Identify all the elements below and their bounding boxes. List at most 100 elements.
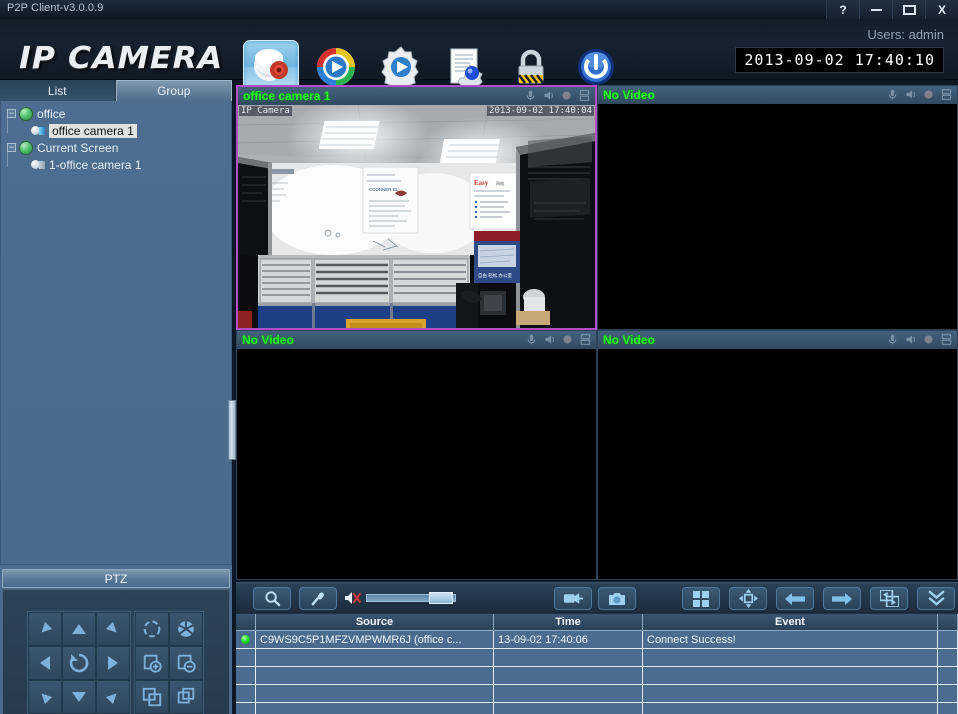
focus-far-button[interactable] [169,646,203,680]
ptz-right[interactable] [96,646,130,680]
microphone-icon[interactable] [886,333,899,346]
talk-microphone-button[interactable] [299,587,337,610]
video-panel-1[interactable]: office camera 1 IP Camera 2013-09-02 17:… [236,85,597,330]
column-header-time[interactable]: Time [494,614,643,631]
ptz-up-right[interactable] [96,612,130,646]
table-row[interactable] [236,667,958,685]
video-panel-title: No Video [603,88,655,102]
snapshot-button[interactable] [598,587,636,610]
ptz-section-header[interactable]: PTZ [2,569,230,588]
record-icon[interactable] [922,88,935,101]
video-stream[interactable] [237,349,596,579]
speaker-icon[interactable] [543,333,556,346]
multi-screen-layout-button[interactable] [682,587,720,610]
ptz-down-right[interactable] [96,680,130,714]
microphone-icon[interactable] [524,89,537,102]
layout-icon[interactable] [940,333,953,346]
help-button[interactable]: ? [826,0,859,19]
tab-list[interactable]: List [0,80,116,101]
video-stream[interactable]: IP Camera 2013-09-02 17:40:04 CCDNNER BL… [238,105,595,328]
video-panel-4[interactable]: No Video [597,330,958,580]
row-status-cell [236,631,256,648]
start-record-button[interactable] [554,587,592,610]
title-bar: P2P Client-v3.0.0.9 ? X [0,0,958,19]
ptz-panel [2,589,230,714]
bottom-toolbar [236,582,958,613]
sidebar-splitter[interactable] [228,400,236,460]
ptz-up[interactable] [62,612,96,646]
header-bar: IP CAMERA Users: admin 2013-09-02 17:40:… [0,19,958,94]
clock-display: 2013-09-02 17:40:10 [735,47,944,73]
next-page-button[interactable] [823,587,861,610]
layout-icon[interactable] [578,89,591,102]
record-icon[interactable] [560,89,573,102]
layout-icon[interactable] [579,333,592,346]
maximize-button[interactable] [892,0,925,19]
full-screen-button[interactable] [729,587,767,610]
maximize-icon [902,4,916,15]
volume-handle[interactable] [429,592,453,604]
tree-node-label: Current Screen [37,140,119,155]
user-label: Users: admin [867,27,944,42]
layout-icon[interactable] [940,88,953,101]
tree-node-current-screen[interactable]: − Current Screen [5,139,231,156]
speaker-icon[interactable] [542,89,555,102]
table-row[interactable]: C9WS9C5P1MFZVMPWMR6J (office c... 13-09-… [236,631,958,649]
table-row[interactable] [236,649,958,667]
zoom-in-button[interactable] [135,680,169,714]
digital-zoom-button[interactable] [253,587,291,610]
table-row[interactable] [236,685,958,703]
column-header-event[interactable]: Event [643,614,938,631]
camera-icon [29,158,45,171]
close-button[interactable]: X [925,0,958,19]
tree-node-office-camera-1[interactable]: office camera 1 [5,122,231,139]
iris-open-button[interactable] [135,612,169,646]
focus-near-button[interactable] [135,646,169,680]
record-icon[interactable] [922,333,935,346]
globe-icon [19,140,33,155]
tree-node-label: office camera 1 [49,123,137,138]
tab-group[interactable]: Group [115,80,232,101]
column-header-extra[interactable] [938,614,958,631]
minimize-button[interactable] [859,0,892,19]
ptz-left[interactable] [28,646,62,680]
ptz-down[interactable] [62,680,96,714]
row-source-cell: C9WS9C5P1MFZVMPWMR6J (office c... [256,631,494,648]
video-stream[interactable] [598,104,957,329]
speaker-icon[interactable] [904,333,917,346]
auto-cycle-button[interactable] [870,587,908,610]
ptz-auto-scan[interactable] [62,646,96,680]
video-panel-3[interactable]: No Video [236,330,597,580]
speaker-icon[interactable] [904,88,917,101]
zoom-out-button[interactable] [169,680,203,714]
iris-close-button[interactable] [169,612,203,646]
ptz-up-left[interactable] [28,612,62,646]
mute-toggle-icon[interactable] [344,590,362,606]
previous-page-button[interactable] [776,587,814,610]
expander-icon[interactable]: − [7,109,16,118]
record-icon[interactable] [561,333,574,346]
event-log-table: Source Time Event C9WS9C5P1MFZVMPWMR6J (… [236,613,958,714]
more-options-button[interactable] [917,587,955,610]
video-panel-title: No Video [603,333,655,347]
ptz-title: PTZ [104,571,128,586]
column-header-source[interactable]: Source [256,614,494,631]
video-panel-icons [525,333,592,346]
video-stream[interactable] [598,349,957,579]
sidebar: List Group − office office camera 1 − Cu… [0,80,232,714]
video-panel-2[interactable]: No Video [597,85,958,330]
microphone-icon[interactable] [886,88,899,101]
table-header-row: Source Time Event [236,614,958,631]
microphone-icon[interactable] [525,333,538,346]
video-panel-title: office camera 1 [243,89,331,103]
expander-icon[interactable]: − [7,143,16,152]
tree-node-office[interactable]: − office [5,105,231,122]
ptz-down-left[interactable] [28,680,62,714]
tree-node-1-office-camera-1[interactable]: 1-office camera 1 [5,156,231,173]
brand-logo: IP CAMERA [19,41,224,76]
tree-node-label: 1-office camera 1 [49,157,142,172]
volume-slider[interactable] [366,592,456,604]
column-header-status[interactable] [236,614,256,631]
table-row[interactable] [236,703,958,714]
video-grid: office camera 1 IP Camera 2013-09-02 17:… [236,85,958,580]
